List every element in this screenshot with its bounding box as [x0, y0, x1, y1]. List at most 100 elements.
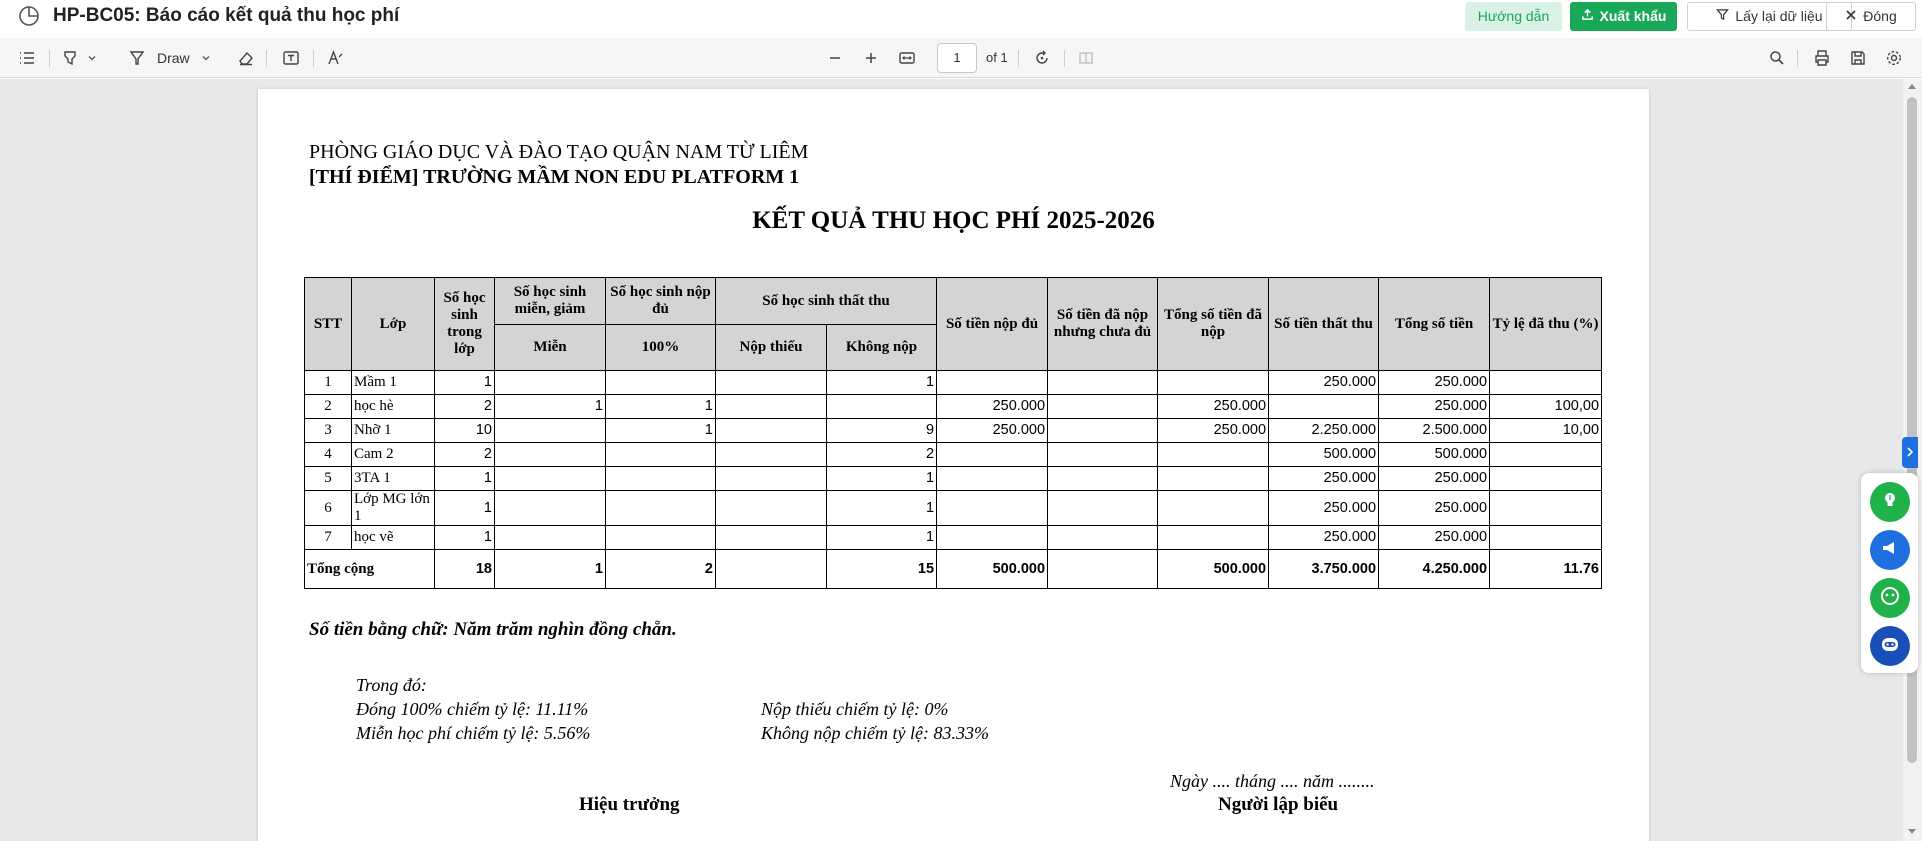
upload-icon	[1581, 2, 1594, 31]
header-partial: Nộp thiếu	[715, 324, 827, 371]
announce-button[interactable]	[1870, 530, 1910, 570]
highlighter-icon[interactable]	[60, 48, 80, 68]
rotate-icon[interactable]	[1032, 48, 1052, 68]
date-line: Ngày .... tháng .... năm ........	[1170, 771, 1375, 791]
total-cell	[1047, 549, 1159, 589]
row-value-cell: 250.000	[1157, 418, 1270, 443]
print-icon[interactable]	[1812, 48, 1832, 68]
toolbar-separator	[266, 50, 267, 67]
bot-face-icon	[1879, 585, 1901, 612]
rate-partial-pay: Nộp thiếu chiếm tỷ lệ: 0%	[761, 699, 949, 719]
row-value-cell: 500.000	[1268, 442, 1380, 467]
header-student-count: Số học sinh trong lớp	[434, 277, 495, 371]
text-format-icon[interactable]	[326, 48, 346, 68]
outline-list-icon[interactable]	[17, 48, 37, 68]
row-value-cell: 250.000	[1268, 490, 1380, 526]
row-value-cell: 2.250.000	[1268, 418, 1380, 443]
draw-label[interactable]: Draw	[157, 49, 190, 67]
header-stt: STT	[304, 277, 352, 371]
total-label: Tổng cộng	[304, 549, 435, 589]
org-line-1: PHÒNG GIÁO DỤC VÀ ĐÀO TẠO QUẬN NAM TỪ LI…	[309, 141, 809, 163]
document-viewer[interactable]: PHÒNG GIÁO DỤC VÀ ĐÀO TẠO QUẬN NAM TỪ LI…	[0, 79, 1922, 841]
settings-gear-icon[interactable]	[1884, 48, 1904, 68]
toolbar-separator	[49, 50, 50, 67]
row-value-cell	[715, 466, 827, 491]
filter-icon	[1716, 2, 1730, 31]
row-value-cell: 250.000	[1378, 370, 1491, 395]
amount-in-words: Số tiền bằng chữ: Năm trăm nghìn đồng ch…	[309, 619, 677, 640]
close-icon	[1845, 2, 1857, 31]
scroll-up-arrow-icon[interactable]	[1908, 84, 1916, 89]
row-class-cell: Lớp MG lớn 1	[351, 490, 435, 526]
close-label: Đóng	[1863, 8, 1897, 24]
signer-principal: Hiệu trưởng	[579, 794, 680, 815]
side-panel-toggle[interactable]	[1902, 437, 1918, 468]
toolbar-separator	[1797, 50, 1798, 67]
row-value-cell: 1	[825, 370, 938, 395]
row-value-cell: 1	[434, 525, 495, 550]
toolbar-separator	[1064, 50, 1065, 67]
total-cell	[715, 549, 827, 589]
row-value-cell: 1	[825, 490, 938, 526]
fee-report-table: STT Lớp Số học sinh trong lớp Số học sin…	[304, 277, 1603, 589]
scroll-down-arrow-icon[interactable]	[1908, 829, 1916, 834]
zoom-out-icon[interactable]	[825, 48, 845, 68]
row-value-cell	[936, 490, 1049, 526]
chevron-down-icon[interactable]	[86, 48, 98, 68]
table-row: 1 Mầm 1 1 1 250.000 250.000	[304, 370, 1603, 395]
row-value-cell	[494, 418, 606, 443]
toolbar-separator	[313, 50, 314, 67]
row-value-cell: 1	[434, 466, 495, 491]
reload-label: Lấy lại dữ liệu	[1735, 8, 1823, 24]
row-value-cell	[1157, 370, 1270, 395]
table-row: 6 Lớp MG lớn 1 1 1 250.000 250.000	[304, 490, 1603, 526]
total-cell: 1	[494, 549, 606, 589]
total-cell: 4.250.000	[1378, 549, 1491, 589]
row-value-cell	[605, 442, 716, 467]
chat-bot-button[interactable]	[1870, 578, 1910, 618]
signer-preparer: Người lập biểu	[1218, 794, 1339, 815]
header-exempt: Miễn	[494, 324, 606, 371]
row-value-cell	[936, 370, 1049, 395]
guide-button[interactable]: Hướng dẫn	[1465, 2, 1562, 31]
row-value-cell	[605, 370, 716, 395]
total-cell: 11.76	[1489, 549, 1603, 589]
row-class-cell: Nhỡ 1	[351, 418, 435, 443]
page-layout-icon	[1076, 48, 1096, 68]
virtual-assistant-button[interactable]	[1870, 626, 1910, 666]
save-icon[interactable]	[1848, 48, 1868, 68]
row-value-cell: 500.000	[1378, 442, 1491, 467]
row-value-cell: 1	[494, 394, 606, 419]
row-value-cell	[1047, 466, 1159, 491]
total-cell: 3.750.000	[1268, 549, 1380, 589]
eraser-icon[interactable]	[236, 48, 256, 68]
idea-bulb-button[interactable]	[1870, 482, 1910, 522]
row-value-cell	[1047, 442, 1159, 467]
total-cell: 500.000	[936, 549, 1049, 589]
close-button[interactable]: Đóng	[1826, 2, 1916, 31]
page-number-input[interactable]: 1	[937, 43, 977, 73]
pen-icon[interactable]	[127, 48, 147, 68]
row-value-cell: 250.000	[1378, 466, 1491, 491]
row-value-cell	[1157, 490, 1270, 526]
zoom-in-icon[interactable]	[861, 48, 881, 68]
search-icon[interactable]	[1767, 48, 1787, 68]
window-title: HP-BC05: Báo cáo kết quả thu học phí	[53, 5, 400, 26]
row-value-cell	[1047, 418, 1159, 443]
row-stt-cell: 4	[304, 442, 352, 467]
total-cell: 2	[605, 549, 716, 589]
chevron-down-icon[interactable]	[200, 48, 212, 68]
row-value-cell	[1489, 370, 1603, 395]
row-value-cell: 250.000	[936, 418, 1049, 443]
fit-width-icon[interactable]	[897, 48, 917, 68]
header-total-paid: Tổng số tiền đã nộp	[1157, 277, 1270, 371]
row-value-cell	[605, 466, 716, 491]
text-box-icon[interactable]	[281, 48, 301, 68]
row-stt-cell: 3	[304, 418, 352, 443]
row-value-cell: 2	[434, 394, 495, 419]
row-class-cell: học vẽ	[351, 525, 435, 550]
row-class-cell: Cam 2	[351, 442, 435, 467]
row-class-cell: học hè	[351, 394, 435, 419]
breakdown-title: Trong đó:	[356, 675, 427, 695]
export-button[interactable]: Xuất khẩu	[1570, 2, 1677, 31]
